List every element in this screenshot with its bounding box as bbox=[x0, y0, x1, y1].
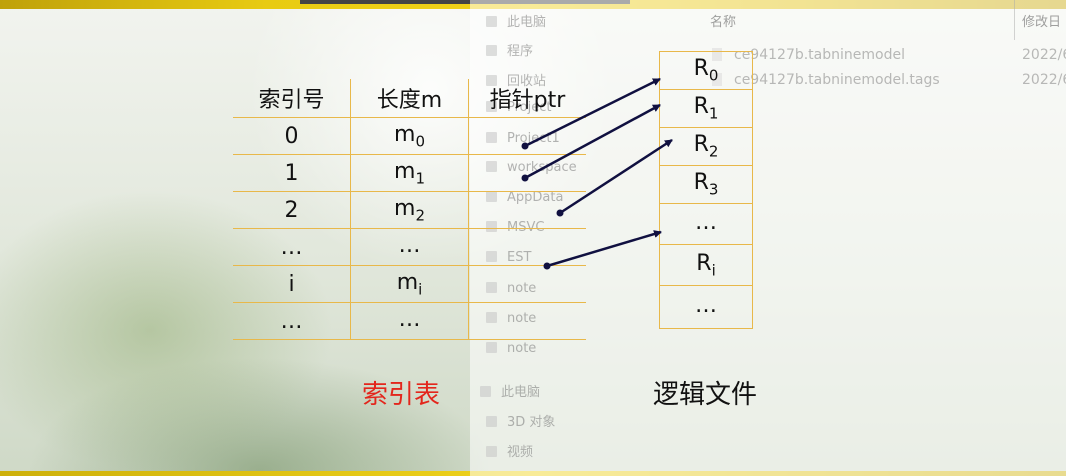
pointer-dot-1 bbox=[521, 174, 529, 182]
pointer-arrow-ri bbox=[546, 230, 662, 268]
pointer-dot-2 bbox=[556, 209, 564, 217]
pointer-arrow-r1 bbox=[524, 103, 661, 180]
pointer-dot-i bbox=[543, 262, 551, 270]
pointer-dot-0 bbox=[521, 142, 529, 150]
pointer-arrows bbox=[521, 77, 673, 270]
pointer-arrow-r0 bbox=[524, 77, 661, 148]
